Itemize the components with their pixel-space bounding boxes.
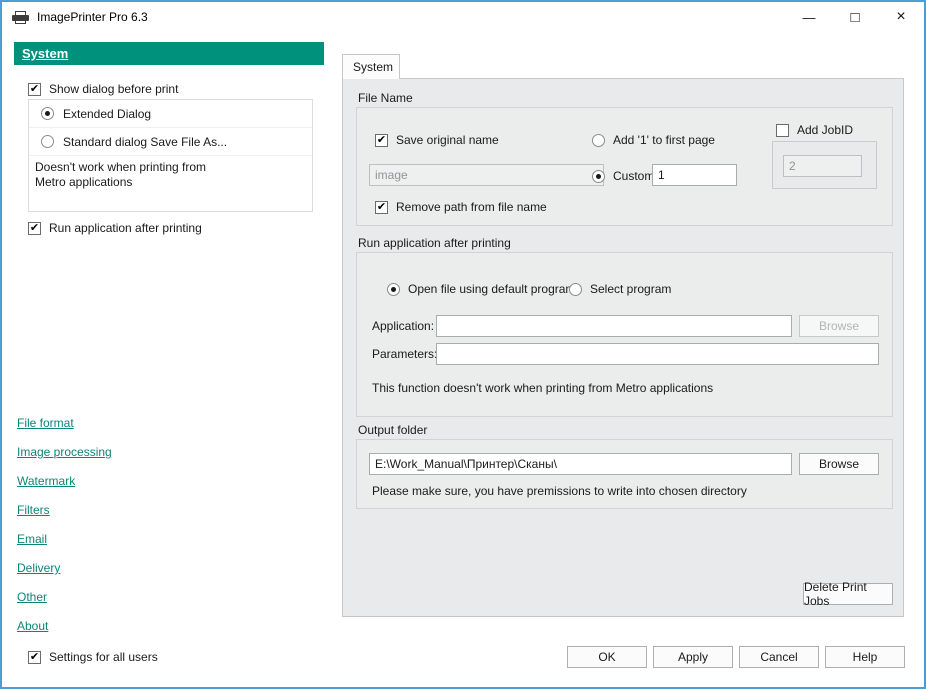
tab-system-label: System — [353, 60, 393, 74]
dialog-options-box: Extended Dialog Standard dialog Save Fil… — [28, 99, 313, 212]
output-note: Please make sure, you have premissions t… — [372, 484, 747, 498]
save-original-checkbox[interactable]: ✔ — [375, 134, 388, 147]
sidebar-item-about[interactable]: About — [17, 619, 112, 633]
tab-system[interactable]: System — [342, 54, 400, 79]
title-left: ImagePrinter Pro 6.3 — [2, 10, 148, 24]
application-input[interactable] — [436, 315, 792, 337]
dialog-note: Doesn't work when printing from Metro ap… — [29, 156, 312, 190]
sidebar-item-image-processing[interactable]: Image processing — [17, 445, 112, 459]
extended-dialog-label: Extended Dialog — [63, 107, 151, 121]
add-jobid-label: Add JobID — [797, 123, 853, 137]
output-folder-group: Browse Please make sure, you have premis… — [356, 439, 893, 509]
run-app-checkbox[interactable]: ✔ — [28, 222, 41, 235]
help-button[interactable]: Help — [825, 646, 905, 668]
all-users-checkbox[interactable]: ✔ — [28, 651, 41, 664]
sidebar-header-system: System — [14, 42, 324, 65]
select-program-row: Select program — [569, 282, 671, 296]
select-program-label: Select program — [590, 282, 671, 296]
title-bar: ImagePrinter Pro 6.3 — □ × — [2, 2, 924, 32]
add-jobid-checkbox[interactable] — [776, 124, 789, 137]
close-icon[interactable]: × — [878, 2, 924, 32]
extended-dialog-option[interactable]: Extended Dialog — [29, 100, 312, 128]
add-one-label: Add '1' to first page — [613, 133, 715, 147]
application-browse-button[interactable]: Browse — [799, 315, 879, 337]
window-controls: — □ × — [786, 2, 924, 32]
add-jobid-row: Add JobID — [776, 123, 853, 137]
sidebar-item-filters[interactable]: Filters — [17, 503, 112, 517]
save-original-row: ✔ Save original name — [375, 133, 499, 147]
printer-icon — [12, 11, 29, 24]
output-path-input[interactable] — [369, 453, 792, 475]
custom-label: Custom — [613, 169, 654, 183]
sidebar-links: File format Image processing Watermark F… — [17, 416, 112, 648]
open-default-radio[interactable] — [387, 283, 400, 296]
output-folder-title: Output folder — [358, 423, 427, 437]
custom-radio[interactable] — [592, 170, 605, 183]
delete-print-jobs-button[interactable]: Delete Print Jobs — [803, 583, 893, 605]
maximize-icon[interactable]: □ — [832, 2, 878, 32]
sidebar-item-other[interactable]: Other — [17, 590, 112, 604]
remove-path-label: Remove path from file name — [396, 200, 547, 214]
custom-row: Custom — [592, 169, 654, 183]
application-label: Application: — [372, 319, 434, 333]
standard-dialog-radio[interactable] — [41, 135, 54, 148]
open-default-row: Open file using default program — [387, 282, 575, 296]
sidebar-item-email[interactable]: Email — [17, 532, 112, 546]
jobid-input[interactable] — [783, 155, 862, 177]
output-browse-button[interactable]: Browse — [799, 453, 879, 475]
app-window: ImagePrinter Pro 6.3 — □ × System ✔ Show… — [0, 0, 926, 689]
add-one-row: Add '1' to first page — [592, 133, 715, 147]
parameters-label: Parameters: — [372, 347, 437, 361]
sidebar-item-watermark[interactable]: Watermark — [17, 474, 112, 488]
system-panel: File Name ✔ Save original name Add '1' t… — [342, 78, 904, 617]
show-dialog-label: Show dialog before print — [49, 82, 178, 96]
remove-path-checkbox[interactable]: ✔ — [375, 201, 388, 214]
run-app-label: Run application after printing — [49, 221, 202, 235]
save-original-label: Save original name — [396, 133, 499, 147]
all-users-row: ✔ Settings for all users — [28, 650, 158, 664]
run-app-row: ✔ Run application after printing — [28, 221, 202, 235]
run-app-note: This function doesn't work when printing… — [372, 381, 713, 395]
file-name-title: File Name — [358, 91, 413, 105]
sidebar-item-file-format[interactable]: File format — [17, 416, 112, 430]
select-program-radio[interactable] — [569, 283, 582, 296]
window-title: ImagePrinter Pro 6.3 — [37, 10, 148, 24]
sidebar-item-delivery[interactable]: Delivery — [17, 561, 112, 575]
remove-path-row: ✔ Remove path from file name — [375, 200, 547, 214]
sidebar-header-label: System — [22, 46, 68, 61]
apply-button[interactable]: Apply — [653, 646, 733, 668]
dialog-note-line1: Doesn't work when printing from — [35, 160, 312, 175]
run-app-group: Open file using default program Select p… — [356, 252, 893, 417]
file-name-group: ✔ Save original name Add '1' to first pa… — [356, 107, 893, 226]
open-default-label: Open file using default program — [408, 282, 575, 296]
custom-value-input[interactable] — [652, 164, 737, 186]
run-app-title: Run application after printing — [358, 236, 511, 250]
dialog-note-line2: Metro applications — [35, 175, 312, 190]
add-one-radio[interactable] — [592, 134, 605, 147]
show-dialog-checkbox[interactable]: ✔ — [28, 83, 41, 96]
show-dialog-row: ✔ Show dialog before print — [28, 82, 178, 96]
ok-button[interactable]: OK — [567, 646, 647, 668]
minimize-icon[interactable]: — — [786, 2, 832, 32]
standard-dialog-option[interactable]: Standard dialog Save File As... — [29, 128, 312, 156]
standard-dialog-label: Standard dialog Save File As... — [63, 135, 227, 149]
file-name-input[interactable] — [369, 164, 604, 186]
extended-dialog-radio[interactable] — [41, 107, 54, 120]
cancel-button[interactable]: Cancel — [739, 646, 819, 668]
all-users-label: Settings for all users — [49, 650, 158, 664]
jobid-box — [772, 141, 877, 189]
parameters-input[interactable] — [436, 343, 879, 365]
